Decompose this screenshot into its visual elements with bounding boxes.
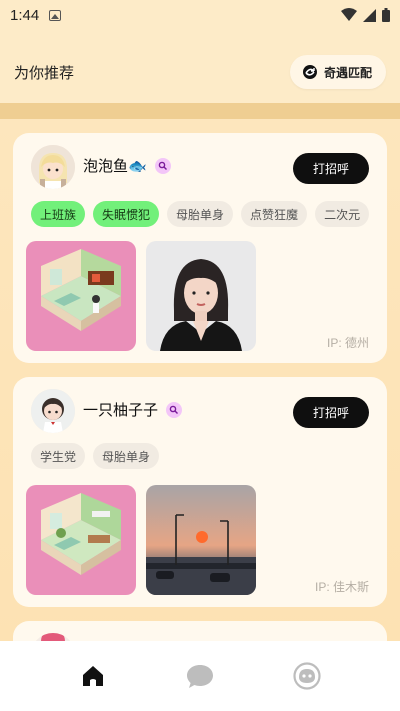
tag: 点赞狂魔 (241, 201, 308, 227)
avatar[interactable] (31, 145, 75, 189)
room-photo[interactable] (26, 241, 136, 351)
status-bar: 1:44 (0, 0, 400, 30)
recommendation-feed[interactable]: 泡泡鱼🐟 打招呼 上班族 失眠惯犯 母胎单身 点赞狂魔 二次元 IP: 德州 一… (0, 119, 400, 641)
user-name: 泡泡鱼🐟 (83, 157, 147, 175)
user-card[interactable]: 一只柚子子 打招呼 学生党 母胎单身 IP: 佳木斯 (13, 377, 387, 607)
image-notification-icon (49, 9, 62, 21)
signal-icon (363, 8, 376, 22)
user-name-row: 泡泡鱼🐟 (83, 155, 171, 176)
nav-home[interactable] (73, 656, 113, 696)
status-icons (341, 8, 390, 22)
tag: 母胎单身 (93, 443, 160, 469)
verified-badge-icon (154, 157, 171, 174)
header-divider (0, 103, 400, 119)
user-card[interactable]: 泡泡鱼🐟 打招呼 上班族 失眠惯犯 母胎单身 点赞狂魔 二次元 IP: 德州 (13, 133, 387, 363)
nav-chat[interactable] (180, 656, 220, 696)
avatar-image (31, 145, 75, 189)
avatar[interactable] (31, 389, 75, 433)
tag: 学生党 (31, 443, 86, 469)
header: 为你推荐 奇遇匹配 (0, 44, 400, 100)
battery-icon (382, 8, 390, 22)
avatar-image (31, 389, 75, 433)
photo-gallery (26, 241, 256, 351)
tag: 失眠惯犯 (93, 201, 160, 227)
profile-icon (293, 662, 321, 690)
page-title: 为你推荐 (14, 63, 75, 82)
chat-icon (186, 665, 213, 688)
portrait-photo[interactable] (146, 241, 256, 351)
ip-location: IP: 佳木斯 (314, 580, 369, 594)
random-match-button[interactable]: 奇遇匹配 (289, 55, 386, 89)
avatar[interactable] (31, 633, 75, 641)
match-icon (302, 65, 317, 79)
greet-button[interactable]: 打招呼 (293, 397, 369, 428)
tag: 母胎单身 (167, 201, 234, 227)
user-card[interactable] (13, 621, 387, 641)
sunset-photo[interactable] (146, 485, 256, 595)
greet-button[interactable]: 打招呼 (293, 153, 369, 184)
avatar-image (31, 633, 75, 641)
tag: 上班族 (31, 201, 86, 227)
status-time: 1:44 (10, 6, 40, 24)
ip-location: IP: 德州 (326, 336, 369, 350)
bottom-nav (0, 641, 400, 711)
home-icon (83, 666, 104, 686)
user-name: 一只柚子子 (83, 401, 159, 419)
tag-list: 学生党 母胎单身 (31, 443, 369, 471)
tag: 二次元 (315, 201, 369, 227)
room-photo[interactable] (26, 485, 136, 595)
wifi-icon (341, 8, 357, 21)
nav-profile[interactable] (287, 656, 327, 696)
user-name-row: 一只柚子子 (83, 399, 183, 420)
photo-gallery (26, 485, 256, 595)
tag-list: 上班族 失眠惯犯 母胎单身 点赞狂魔 二次元 (31, 201, 369, 229)
verified-badge-icon (166, 401, 183, 418)
random-match-label: 奇遇匹配 (323, 65, 372, 80)
